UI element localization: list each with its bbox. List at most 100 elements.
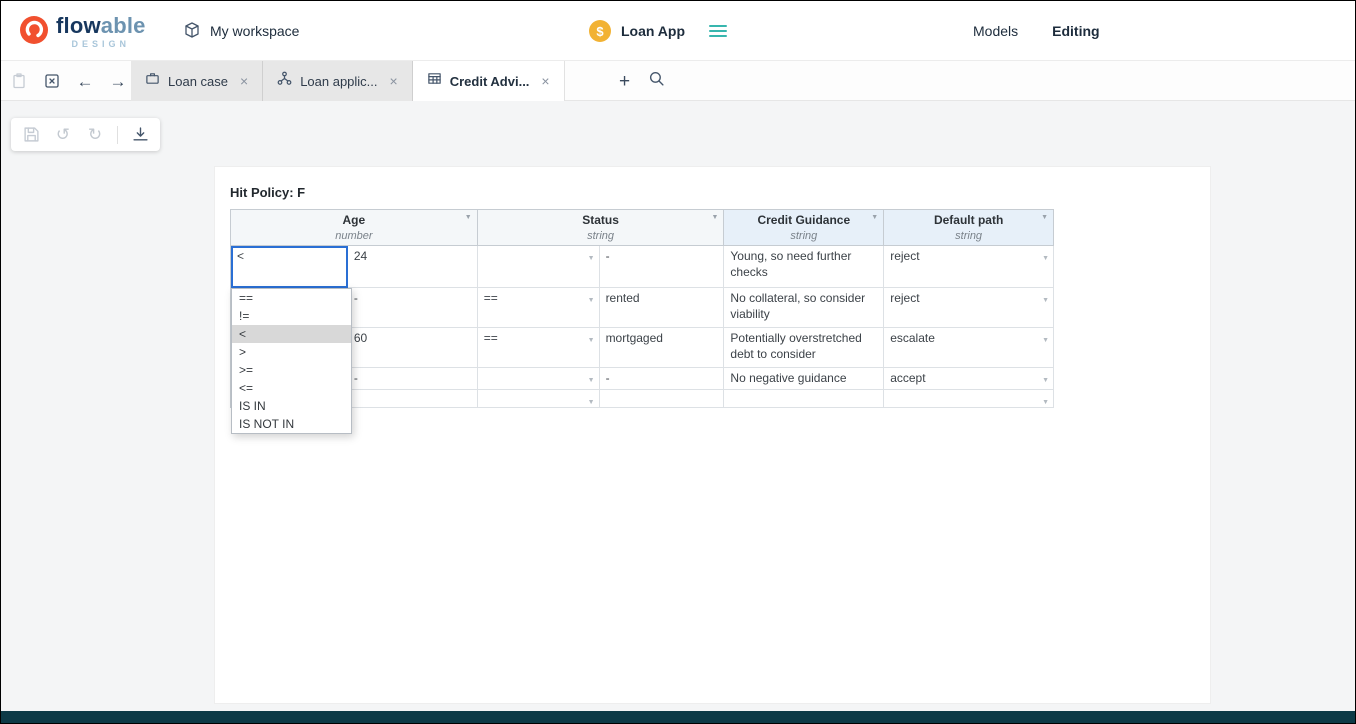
dropdown-arrow-icon[interactable]: ▼: [1042, 251, 1049, 267]
cell-credit-guidance[interactable]: [724, 390, 884, 408]
app-menu-icon[interactable]: [709, 24, 727, 38]
hit-policy-label: Hit Policy: F: [230, 185, 305, 200]
column-header-default-path[interactable]: Default path string ▼: [884, 210, 1054, 246]
cell-credit-guidance[interactable]: No negative guidance: [724, 368, 884, 390]
tab-bar-controls: ← →: [9, 61, 128, 101]
operator-option[interactable]: >=: [232, 361, 351, 379]
table-row: ▼ ▼: [231, 390, 1054, 408]
table-row: < 24 ▼ - Young, so need further checks r…: [231, 246, 1054, 288]
cell-default-path[interactable]: accept▼: [884, 368, 1054, 390]
dropdown-arrow-icon[interactable]: ▼: [588, 373, 595, 389]
tab-credit-advice[interactable]: Credit Advi... ×: [413, 61, 565, 101]
decision-table: Age number ▼ Status string ▼ Credit Guid…: [230, 209, 1054, 408]
export-icon[interactable]: [130, 125, 150, 145]
operator-option[interactable]: ==: [232, 289, 351, 307]
new-tab-icon[interactable]: +: [619, 72, 630, 91]
operator-option[interactable]: !=: [232, 307, 351, 325]
operator-option[interactable]: >: [232, 343, 351, 361]
cell-age-value[interactable]: -: [348, 288, 478, 328]
dropdown-arrow-icon[interactable]: ▼: [588, 395, 595, 408]
bottom-bar: [1, 711, 1355, 723]
search-icon[interactable]: [648, 70, 665, 92]
toolbar-divider: [117, 126, 118, 144]
decision-table-editor: Hit Policy: F Age number ▼ Status string…: [214, 166, 1211, 704]
operator-option[interactable]: <: [232, 325, 351, 343]
cell-status-operator[interactable]: ▼: [478, 246, 600, 288]
app-badge-icon: $: [589, 20, 611, 42]
redo-icon[interactable]: ↻: [85, 125, 105, 145]
undo-icon[interactable]: ↺: [53, 125, 73, 145]
top-bar: flowable DESIGN My workspace $ Loan App …: [1, 1, 1355, 61]
cell-status-value[interactable]: mortgaged: [600, 328, 725, 368]
nav-editing[interactable]: Editing: [1052, 23, 1099, 39]
dropdown-arrow-icon[interactable]: ▼: [588, 293, 595, 309]
cell-status-value[interactable]: rented: [600, 288, 725, 328]
cell-age-operator[interactable]: <: [231, 246, 348, 288]
current-app: $ Loan App: [589, 1, 727, 61]
column-header-status[interactable]: Status string ▼: [478, 210, 725, 246]
dropdown-arrow-icon[interactable]: ▼: [588, 333, 595, 349]
forward-arrow-icon[interactable]: →: [108, 71, 128, 91]
cell-credit-guidance[interactable]: Young, so need further checks: [724, 246, 884, 288]
tab-close-icon[interactable]: ×: [240, 74, 248, 88]
tab-label: Credit Advi...: [450, 74, 530, 89]
open-model-tabs: Loan case × Loan applic... ×: [131, 61, 565, 101]
cell-status-value[interactable]: [600, 390, 725, 408]
cell-status-value[interactable]: -: [600, 368, 725, 390]
filter-icon[interactable]: ▼: [1041, 214, 1048, 221]
column-header-credit-guidance[interactable]: Credit Guidance string ▼: [724, 210, 884, 246]
operator-dropdown: == != < > >= <= IS IN IS NOT IN: [231, 288, 352, 434]
tab-loan-case[interactable]: Loan case ×: [131, 61, 263, 101]
save-icon[interactable]: [21, 125, 41, 145]
dropdown-arrow-icon[interactable]: ▼: [1042, 373, 1049, 389]
cell-credit-guidance[interactable]: Potentially overstretched debt to consid…: [724, 328, 884, 368]
nav-models[interactable]: Models: [973, 23, 1018, 39]
cell-status-value[interactable]: -: [600, 246, 725, 288]
decision-table-icon: [427, 71, 442, 91]
flowable-logo-icon: [19, 15, 49, 50]
operator-option[interactable]: IS IN: [232, 397, 351, 415]
flowable-design-window: flowable DESIGN My workspace $ Loan App …: [0, 0, 1356, 724]
close-window-icon[interactable]: [42, 71, 62, 91]
dropdown-arrow-icon[interactable]: ▼: [1042, 293, 1049, 309]
operator-option[interactable]: IS NOT IN: [232, 415, 351, 433]
cell-status-operator[interactable]: ==▼: [478, 328, 600, 368]
cell-age-value[interactable]: 60: [348, 328, 478, 368]
cell-status-operator[interactable]: ▼: [478, 390, 600, 408]
tab-actions: +: [619, 61, 665, 101]
dropdown-arrow-icon[interactable]: ▼: [1042, 333, 1049, 349]
app-name: Loan App: [621, 23, 685, 39]
cell-default-path[interactable]: ▼: [884, 390, 1054, 408]
cell-status-operator[interactable]: ==▼: [478, 288, 600, 328]
top-nav: Models Editing: [973, 1, 1100, 61]
cell-default-path[interactable]: escalate▼: [884, 328, 1054, 368]
filter-icon[interactable]: ▼: [871, 214, 878, 221]
editor-tab-bar: ← → Loan case × Loa: [1, 61, 1355, 101]
model-toolbar: ↺ ↻: [11, 118, 160, 151]
cell-credit-guidance[interactable]: No collateral, so consider viability: [724, 288, 884, 328]
cell-age-value[interactable]: -: [348, 368, 478, 390]
operator-option[interactable]: <=: [232, 379, 351, 397]
cell-default-path[interactable]: reject▼: [884, 246, 1054, 288]
filter-icon[interactable]: ▼: [711, 214, 718, 221]
tab-loan-application[interactable]: Loan applic... ×: [263, 61, 413, 101]
flowable-logo: flowable DESIGN: [19, 15, 146, 50]
cell-age-value[interactable]: 24: [348, 246, 478, 288]
tab-label: Loan applic...: [300, 74, 377, 89]
back-arrow-icon[interactable]: ←: [75, 71, 95, 91]
column-header-age[interactable]: Age number ▼: [231, 210, 478, 246]
filter-icon[interactable]: ▼: [465, 214, 472, 221]
dropdown-arrow-icon[interactable]: ▼: [588, 251, 595, 267]
cell-status-operator[interactable]: ▼: [478, 368, 600, 390]
table-row: 60 ==▼ mortgaged Potentially overstretch…: [231, 328, 1054, 368]
tab-label: Loan case: [168, 74, 228, 89]
case-icon: [145, 71, 160, 91]
package-icon: [183, 21, 201, 42]
tab-close-icon[interactable]: ×: [390, 74, 398, 88]
dropdown-arrow-icon[interactable]: ▼: [1042, 395, 1049, 408]
workspace-selector[interactable]: My workspace: [183, 1, 299, 61]
cell-age-value[interactable]: [348, 390, 478, 408]
tab-close-icon[interactable]: ×: [541, 74, 549, 88]
cell-default-path[interactable]: reject▼: [884, 288, 1054, 328]
clipboard-icon[interactable]: [9, 71, 29, 91]
